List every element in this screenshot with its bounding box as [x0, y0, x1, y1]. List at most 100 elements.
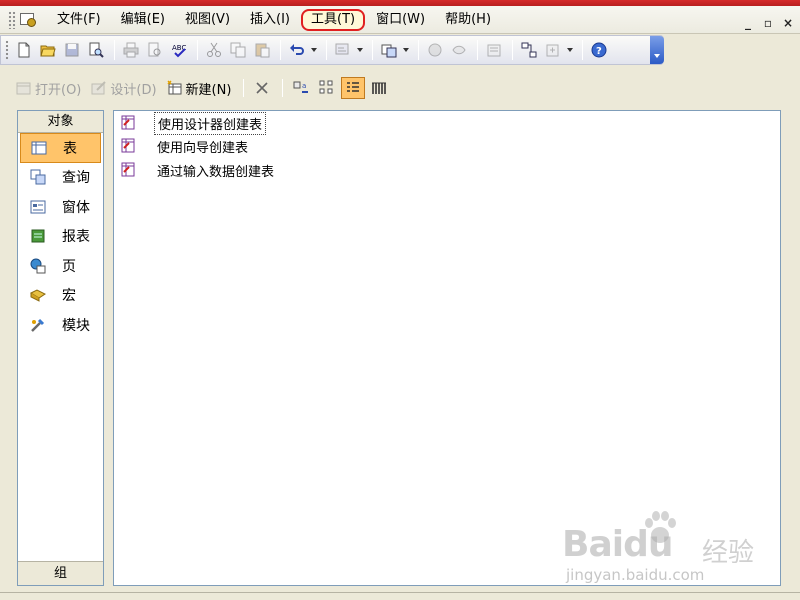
copy-button[interactable]	[227, 39, 249, 61]
db-toolbar-separator	[282, 79, 284, 97]
objects-header[interactable]: 对象	[18, 111, 103, 133]
menu-tools[interactable]: 工具(T)	[301, 8, 366, 31]
list-item[interactable]: 通过输入数据创建表	[120, 159, 277, 181]
large-icons-icon: a	[293, 81, 309, 93]
small-icons-view-button[interactable]	[315, 77, 339, 99]
office-links-dropdown[interactable]	[402, 39, 410, 61]
menu-bar-grip[interactable]	[8, 10, 16, 29]
object-modules[interactable]: 模块	[18, 310, 103, 340]
object-forms[interactable]: 窗体	[18, 192, 103, 222]
list-item-label: 使用向导创建表	[157, 140, 249, 156]
open-icon	[40, 45, 56, 57]
toolbar-separator	[477, 40, 478, 60]
design-label: 设计(D)	[110, 82, 157, 98]
menu-edit[interactable]: 编辑(E)	[112, 9, 174, 31]
help-button[interactable]: ?	[588, 39, 610, 61]
module-icon	[31, 318, 45, 332]
menu-view[interactable]: 视图(V)	[176, 9, 239, 31]
toolbar-separator	[114, 40, 115, 60]
office-links-button[interactable]	[378, 39, 400, 61]
design-icon	[91, 81, 107, 95]
form-icon	[30, 200, 46, 214]
close-button[interactable]: ×	[782, 16, 794, 30]
object-macros[interactable]: 宏	[18, 281, 103, 311]
new-button[interactable]	[13, 39, 35, 61]
design-button[interactable]: 设计(D)	[87, 77, 160, 99]
print-preview-button[interactable]	[144, 39, 166, 61]
file-search-button[interactable]	[85, 39, 107, 61]
query-icon	[30, 169, 46, 185]
db-toolbar-separator	[243, 79, 245, 97]
code-icon	[428, 43, 442, 57]
list-item[interactable]: 使用设计器创建表	[120, 111, 267, 135]
svg-text:a: a	[302, 82, 306, 90]
object-list-panel: 使用设计器创建表 使用向导创建表 通过输入数据创建表	[113, 110, 781, 586]
undo-button[interactable]	[286, 39, 308, 61]
svg-text:?: ?	[596, 46, 602, 57]
object-tables-label: 表	[63, 140, 77, 157]
toolbar-grip[interactable]	[5, 40, 9, 60]
spelling-icon: ABC	[172, 44, 186, 58]
object-queries[interactable]: 查询	[18, 163, 103, 193]
object-pages-label: 页	[62, 258, 76, 275]
new-object-db-button[interactable]: 新建(N)	[163, 77, 236, 99]
menu-help[interactable]: 帮助(H)	[436, 9, 500, 31]
open-object-button[interactable]: 打开(O)	[12, 77, 85, 99]
list-item-label: 通过输入数据创建表	[157, 164, 275, 180]
save-button[interactable]	[61, 39, 83, 61]
new-object-dropdown[interactable]	[566, 39, 574, 61]
print-button[interactable]	[120, 39, 142, 61]
undo-dropdown[interactable]	[310, 39, 318, 61]
minimize-button[interactable]: _	[742, 16, 754, 30]
small-icons-icon	[319, 80, 333, 94]
print-icon	[123, 42, 139, 58]
relationships-button[interactable]	[518, 39, 540, 61]
copy-icon	[230, 42, 246, 58]
object-queries-label: 查询	[62, 170, 90, 187]
object-reports-label: 报表	[62, 229, 90, 246]
paste-button[interactable]	[251, 39, 273, 61]
paste-icon	[255, 43, 270, 58]
menu-insert[interactable]: 插入(I)	[241, 9, 299, 31]
objects-bar: 对象 表 查询 窗体 报表 页 宏 模块 组	[17, 110, 104, 586]
new-object-icon	[546, 44, 559, 57]
shortcut-datasheet-icon	[121, 162, 135, 177]
open-object-icon	[16, 82, 31, 95]
table-icon	[31, 141, 47, 155]
macro-icon	[30, 289, 46, 303]
app-icon[interactable]	[18, 11, 38, 29]
restore-button[interactable]: ▫	[762, 16, 774, 30]
properties-button[interactable]	[483, 39, 505, 61]
object-tables[interactable]: 表	[20, 133, 101, 163]
code-button[interactable]	[424, 39, 446, 61]
spelling-button[interactable]: ABC	[168, 39, 190, 61]
toolbar-options-button[interactable]	[650, 36, 664, 64]
page-icon	[30, 258, 46, 274]
menu-window[interactable]: 窗口(W)	[367, 9, 434, 31]
object-forms-label: 窗体	[62, 199, 90, 216]
menu-file[interactable]: 文件(F)	[48, 9, 110, 31]
analyze-button[interactable]	[332, 39, 354, 61]
list-view-button[interactable]	[341, 77, 366, 99]
new-object-button[interactable]	[542, 39, 564, 61]
open-button[interactable]	[37, 39, 59, 61]
menu-bar: 文件(F) 编辑(E) 视图(V) 插入(I) 工具(T) 窗口(W) 帮助(H…	[0, 6, 800, 34]
object-reports[interactable]: 报表	[18, 222, 103, 252]
script-button[interactable]	[448, 39, 470, 61]
analyze-dropdown[interactable]	[356, 39, 364, 61]
list-view-icon	[347, 82, 360, 92]
database-toolbar: 打开(O) 设计(D) 新建(N) a	[12, 74, 792, 102]
toolbar-separator	[372, 40, 373, 60]
object-pages[interactable]: 页	[18, 251, 103, 281]
script-icon	[452, 45, 466, 55]
print-preview-icon	[148, 42, 161, 57]
open-object-label: 打开(O)	[35, 82, 82, 98]
large-icons-view-button[interactable]: a	[289, 77, 313, 99]
details-view-button[interactable]	[367, 77, 391, 99]
delete-button[interactable]	[250, 77, 274, 99]
cut-button[interactable]	[203, 39, 225, 61]
groups-header[interactable]: 组	[18, 561, 103, 585]
toolbar-separator	[418, 40, 419, 60]
list-item[interactable]: 使用向导创建表	[120, 135, 251, 157]
analyze-icon	[335, 43, 349, 55]
